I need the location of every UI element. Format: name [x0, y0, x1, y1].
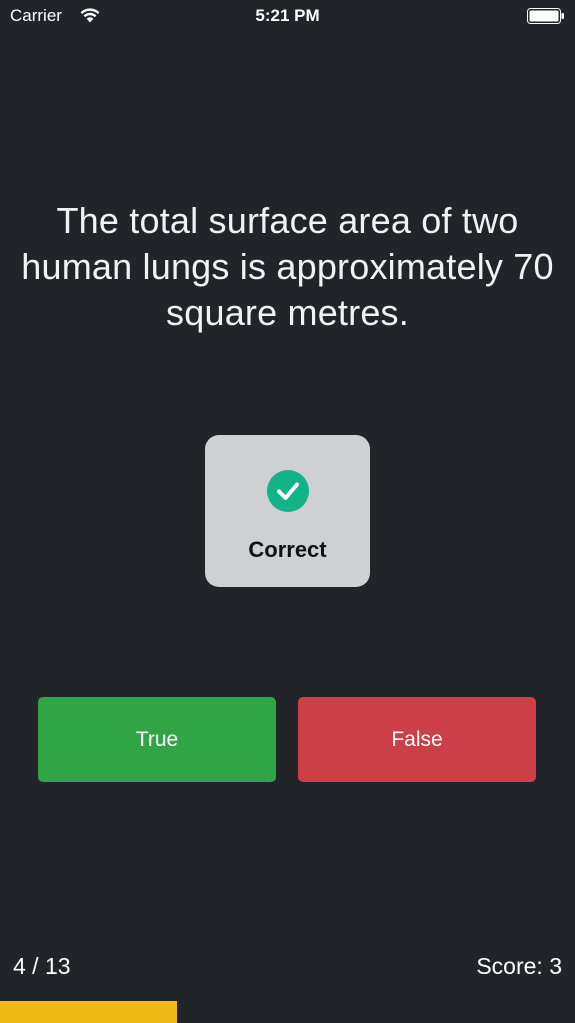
progress-bar-fill	[0, 1001, 178, 1023]
battery-icon	[527, 8, 564, 24]
score-label: Score: 3	[476, 953, 562, 979]
status-time: 5:21 PM	[255, 6, 320, 25]
false-button[interactable]: False	[298, 697, 536, 782]
correct-hud: Correct	[205, 435, 370, 587]
status-bar: Carrier 5:21 PM	[0, 0, 575, 32]
question-progress-label: 4 / 13	[13, 953, 71, 979]
checkmark-circle-icon	[267, 470, 309, 512]
question-text: The total surface area of two human lung…	[21, 200, 554, 333]
progress-bar	[0, 1001, 575, 1023]
true-button[interactable]: True	[38, 697, 276, 782]
correct-label: Correct	[248, 537, 327, 562]
